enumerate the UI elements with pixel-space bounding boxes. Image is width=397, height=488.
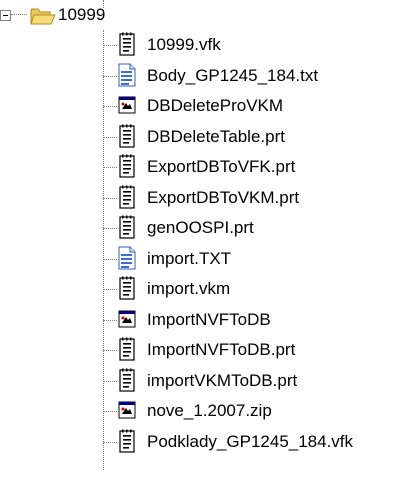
tree-connector — [103, 167, 117, 168]
tree-connector — [103, 75, 117, 77]
file-label: Podklady_GP1245_184.vfk — [147, 431, 354, 451]
file-label: ImportNVFToDB.prt — [147, 340, 296, 359]
tree-connector — [103, 136, 117, 138]
tree-connector — [103, 197, 117, 199]
text-file-icon — [117, 429, 137, 453]
text-file-icon — [117, 185, 137, 209]
batch-file-icon — [117, 307, 137, 331]
tree-item[interactable]: import.vkm — [0, 274, 397, 304]
file-label: ExportDBToVKM.prt — [147, 187, 300, 207]
tree-connector — [103, 350, 117, 351]
file-label: ImportNVFToDB — [147, 309, 271, 329]
tree-item[interactable]: ImportNVFToDB — [0, 305, 397, 335]
tree-connector — [103, 441, 117, 443]
tree-connector — [103, 228, 117, 229]
file-label: import.TXT — [147, 248, 232, 268]
text-file-icon — [117, 276, 137, 300]
text-file-icon — [117, 154, 137, 178]
tree-item[interactable]: ImportNVFToDB.prt — [0, 335, 397, 365]
tree-item[interactable]: DBDeleteTable.prt — [0, 122, 397, 152]
tree-item[interactable]: 10999.vfk — [0, 30, 397, 60]
text-file-icon — [117, 32, 137, 56]
tree-connector — [11, 14, 27, 15]
folder-label: 10999 — [58, 5, 106, 24]
tree-connector — [103, 258, 117, 260]
tree-item[interactable]: DBDeleteProVKM — [0, 91, 397, 121]
file-label: ExportDBToVFK.prt — [147, 157, 296, 176]
text-file-icon — [117, 368, 137, 392]
notepad-file-icon — [117, 246, 137, 270]
tree-item[interactable]: Podklady_GP1245_184.vfk — [0, 427, 397, 457]
file-label: Body_GP1245_184.txt — [147, 65, 319, 85]
file-label: importVKMToDB.prt — [147, 370, 298, 390]
file-label: import.vkm — [147, 279, 231, 298]
tree-item[interactable]: ExportDBToVKM.prt — [0, 183, 397, 213]
batch-file-icon — [117, 93, 137, 117]
text-file-icon — [117, 124, 137, 148]
tree-node-root[interactable]: 10999 — [0, 4, 397, 32]
notepad-file-icon — [117, 63, 137, 87]
file-label: genOOSPI.prt — [147, 218, 254, 237]
collapse-icon[interactable] — [0, 10, 11, 21]
tree-item[interactable]: nove_1.2007.zip — [0, 396, 397, 426]
tree-connector — [103, 380, 117, 382]
file-label: DBDeleteTable.prt — [147, 126, 285, 146]
file-tree: 10999 10999.vfk Body_GP1245_184.txt DBDele… — [0, 0, 397, 488]
file-label: DBDeleteProVKM — [147, 96, 284, 115]
tree-connector — [103, 106, 117, 107]
tree-item[interactable]: importVKMToDB.prt — [0, 366, 397, 396]
tree-item[interactable]: genOOSPI.prt — [0, 213, 397, 243]
tree-connector — [103, 289, 117, 290]
file-label: 10999.vfk — [147, 35, 221, 54]
folder-open-icon — [30, 6, 56, 26]
tree-item[interactable]: Body_GP1245_184.txt — [0, 61, 397, 91]
text-file-icon — [117, 215, 137, 239]
tree-connector — [103, 45, 117, 46]
batch-file-icon — [117, 398, 137, 422]
tree-item[interactable]: import.TXT — [0, 244, 397, 274]
file-label: nove_1.2007.zip — [147, 401, 272, 420]
text-file-icon — [117, 337, 137, 361]
tree-connector — [103, 319, 117, 321]
tree-item[interactable]: ExportDBToVFK.prt — [0, 152, 397, 182]
tree-connector — [103, 411, 117, 412]
